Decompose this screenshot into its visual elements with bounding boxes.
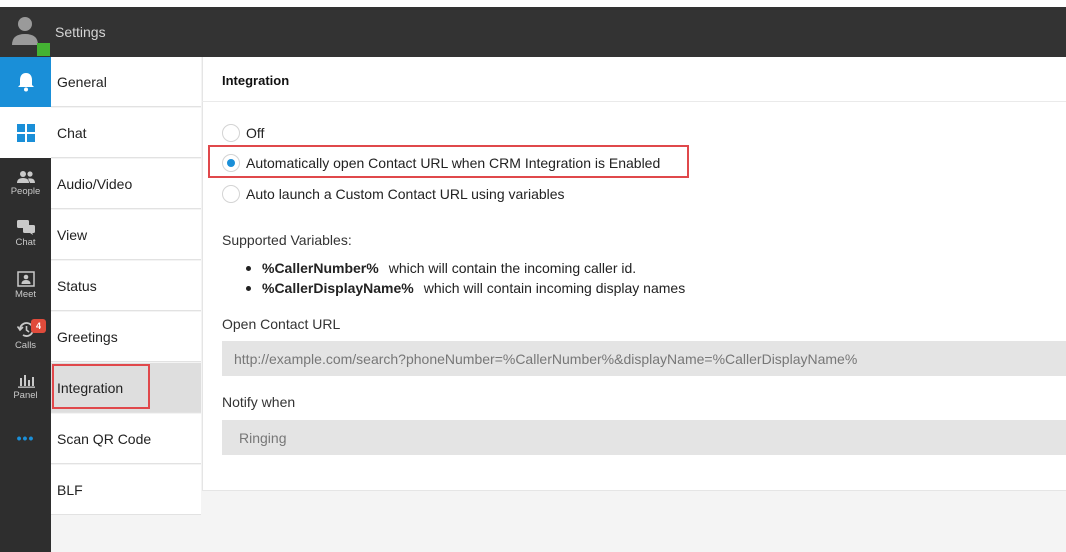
app-header bbox=[0, 7, 1066, 57]
rail-item-people[interactable]: People bbox=[0, 158, 51, 208]
rail-item-meet[interactable]: Meet bbox=[0, 260, 51, 310]
variable-description: which will contain incoming display name… bbox=[423, 280, 686, 296]
option-highlight-box bbox=[208, 145, 689, 178]
panel-title: Integration bbox=[222, 73, 290, 88]
menu-item-audio-video[interactable]: Audio/Video bbox=[51, 159, 201, 209]
radio-auto-launch-custom-url[interactable] bbox=[222, 185, 240, 203]
windows-app-button[interactable] bbox=[0, 107, 51, 158]
page-title: Settings bbox=[55, 24, 106, 40]
more-options-button[interactable]: ••• bbox=[0, 413, 51, 463]
integration-highlight-box bbox=[52, 364, 150, 409]
panel-icon bbox=[17, 375, 35, 388]
people-icon bbox=[16, 170, 35, 183]
menu-item-scan-qr-code[interactable]: Scan QR Code bbox=[51, 414, 201, 464]
option-label: Off bbox=[246, 125, 265, 141]
rail-item-label: Meet bbox=[14, 288, 37, 300]
top-strip bbox=[0, 0, 1066, 7]
notify-when-label: Notify when bbox=[222, 394, 296, 410]
presence-status-dot bbox=[37, 43, 50, 56]
menu-item-status[interactable]: Status bbox=[51, 261, 201, 311]
menu-item-chat[interactable]: Chat bbox=[51, 108, 201, 158]
notifications-button[interactable] bbox=[0, 57, 51, 107]
menu-item-greetings[interactable]: Greetings bbox=[51, 312, 201, 362]
menu-item-general[interactable]: General bbox=[51, 57, 201, 107]
variable-name: %CallerDisplayName% bbox=[262, 280, 414, 296]
chat-icon bbox=[16, 220, 35, 235]
meet-icon bbox=[16, 270, 35, 287]
option-label: Auto launch a Custom Contact URL using v… bbox=[246, 186, 565, 202]
variable-item: %CallerDisplayName% which will contain i… bbox=[246, 280, 685, 296]
calls-badge: 4 bbox=[31, 319, 46, 333]
variable-description: which will contain the incoming caller i… bbox=[388, 260, 637, 276]
variable-item: %CallerNumber% which will contain the in… bbox=[246, 260, 636, 276]
notify-when-select[interactable]: Ringing bbox=[222, 420, 1066, 455]
variable-name: %CallerNumber% bbox=[262, 260, 379, 276]
panel-divider bbox=[202, 101, 1066, 102]
rail-item-label: Chat bbox=[15, 237, 36, 248]
rail-item-label: Calls bbox=[14, 340, 37, 351]
option-auto-launch-custom-url[interactable]: Auto launch a Custom Contact URL using v… bbox=[222, 184, 565, 204]
rail-item-label: People bbox=[10, 185, 41, 197]
more-dots-icon: ••• bbox=[16, 430, 35, 446]
rail-item-calls[interactable]: Calls 4 bbox=[0, 311, 51, 361]
option-off[interactable]: Off bbox=[222, 123, 264, 143]
bell-icon bbox=[17, 73, 34, 92]
open-contact-url-input[interactable]: http://example.com/search?phoneNumber=%C… bbox=[222, 341, 1066, 376]
rail-item-panel[interactable]: Panel bbox=[0, 362, 51, 412]
rail-item-label: Panel bbox=[13, 390, 38, 401]
open-contact-url-label: Open Contact URL bbox=[222, 316, 341, 332]
supported-variables-label: Supported Variables: bbox=[222, 232, 352, 248]
radio-off[interactable] bbox=[222, 124, 240, 142]
rail-item-chat[interactable]: Chat bbox=[0, 209, 51, 259]
bullet-icon bbox=[246, 285, 251, 291]
bullet-icon bbox=[246, 265, 251, 271]
menu-item-blf[interactable]: BLF bbox=[51, 465, 201, 515]
menu-item-view[interactable]: View bbox=[51, 210, 201, 260]
windows-icon bbox=[16, 123, 35, 142]
